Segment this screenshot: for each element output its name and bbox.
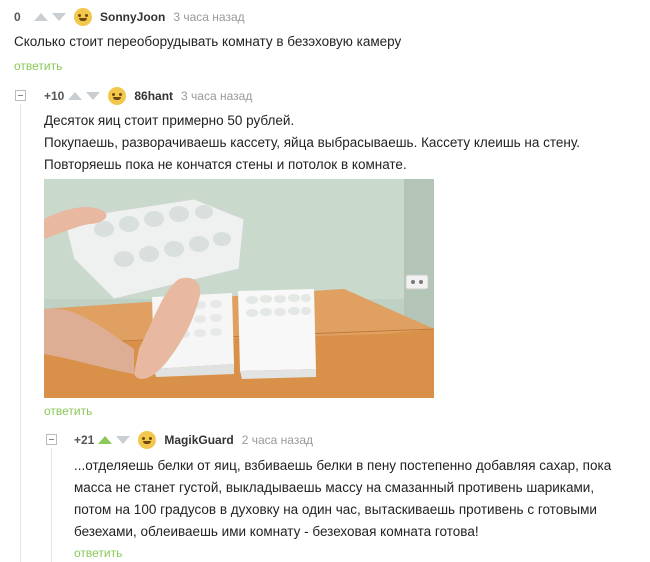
egg-carton-photo-image bbox=[44, 179, 434, 398]
comment-username[interactable]: MagikGuard bbox=[164, 433, 233, 447]
comment-username[interactable]: 86hant bbox=[134, 89, 173, 103]
upvote-arrow-icon[interactable] bbox=[68, 92, 83, 100]
upvote-arrow-icon[interactable] bbox=[34, 13, 48, 21]
avatar[interactable] bbox=[108, 87, 127, 105]
avatar[interactable] bbox=[74, 8, 92, 26]
thread-line[interactable] bbox=[20, 104, 21, 562]
downvote-arrow-icon[interactable] bbox=[116, 436, 131, 444]
comment-line: ...отделяешь белки от яиц, взбиваешь бел… bbox=[74, 458, 612, 473]
collapse-thread-button[interactable] bbox=[46, 434, 57, 445]
comment-line: Десяток яиц стоит примерно 50 рублей. bbox=[44, 113, 295, 128]
comment-text: Десяток яиц стоит примерно 50 рублей. По… bbox=[44, 110, 580, 176]
comment-time[interactable]: 2 часа назад bbox=[242, 433, 313, 447]
reply-link[interactable]: ответить bbox=[44, 404, 92, 418]
comment-photo[interactable] bbox=[44, 179, 434, 398]
comment-rating: +10 bbox=[44, 89, 65, 103]
downvote-arrow-icon[interactable] bbox=[86, 92, 101, 100]
comment-header: +21 MagikGuard 2 часа назад bbox=[74, 431, 313, 449]
comment-line: масса не станет густой, выкладываешь мас… bbox=[74, 480, 595, 495]
comment-header: +10 86hant 3 часа назад bbox=[44, 87, 252, 105]
comment-text: ...отделяешь белки от яиц, взбиваешь бел… bbox=[74, 455, 611, 543]
comment-rating: 0 bbox=[14, 10, 21, 24]
comment-line: Покупаешь, разворачиваешь кассету, яйца … bbox=[44, 135, 581, 150]
comment-text: Сколько стоит переоборудывать комнату в … bbox=[14, 34, 402, 49]
thread-line[interactable] bbox=[51, 448, 52, 562]
upvote-arrow-icon[interactable] bbox=[98, 436, 113, 444]
comment-username[interactable]: SonnyJoon bbox=[100, 10, 165, 24]
comment-time[interactable]: 3 часа назад bbox=[173, 10, 244, 24]
comment-line: потом на 100 градусов в духовку на один … bbox=[74, 502, 597, 517]
comment-line: безехами, облеиваешь ими комнату - безех… bbox=[74, 524, 479, 539]
reply-link[interactable]: ответить bbox=[74, 546, 122, 560]
reply-link[interactable]: ответить bbox=[14, 59, 62, 73]
comment-rating: +21 bbox=[74, 433, 95, 447]
comment-time[interactable]: 3 часа назад bbox=[181, 89, 252, 103]
comment-line: Повторяешь пока не кончатся стены и пото… bbox=[44, 157, 407, 172]
comment-header: 0 SonnyJoon 3 часа назад bbox=[14, 8, 245, 26]
collapse-thread-button[interactable] bbox=[15, 90, 26, 101]
avatar[interactable] bbox=[138, 431, 157, 449]
downvote-arrow-icon[interactable] bbox=[52, 13, 66, 21]
